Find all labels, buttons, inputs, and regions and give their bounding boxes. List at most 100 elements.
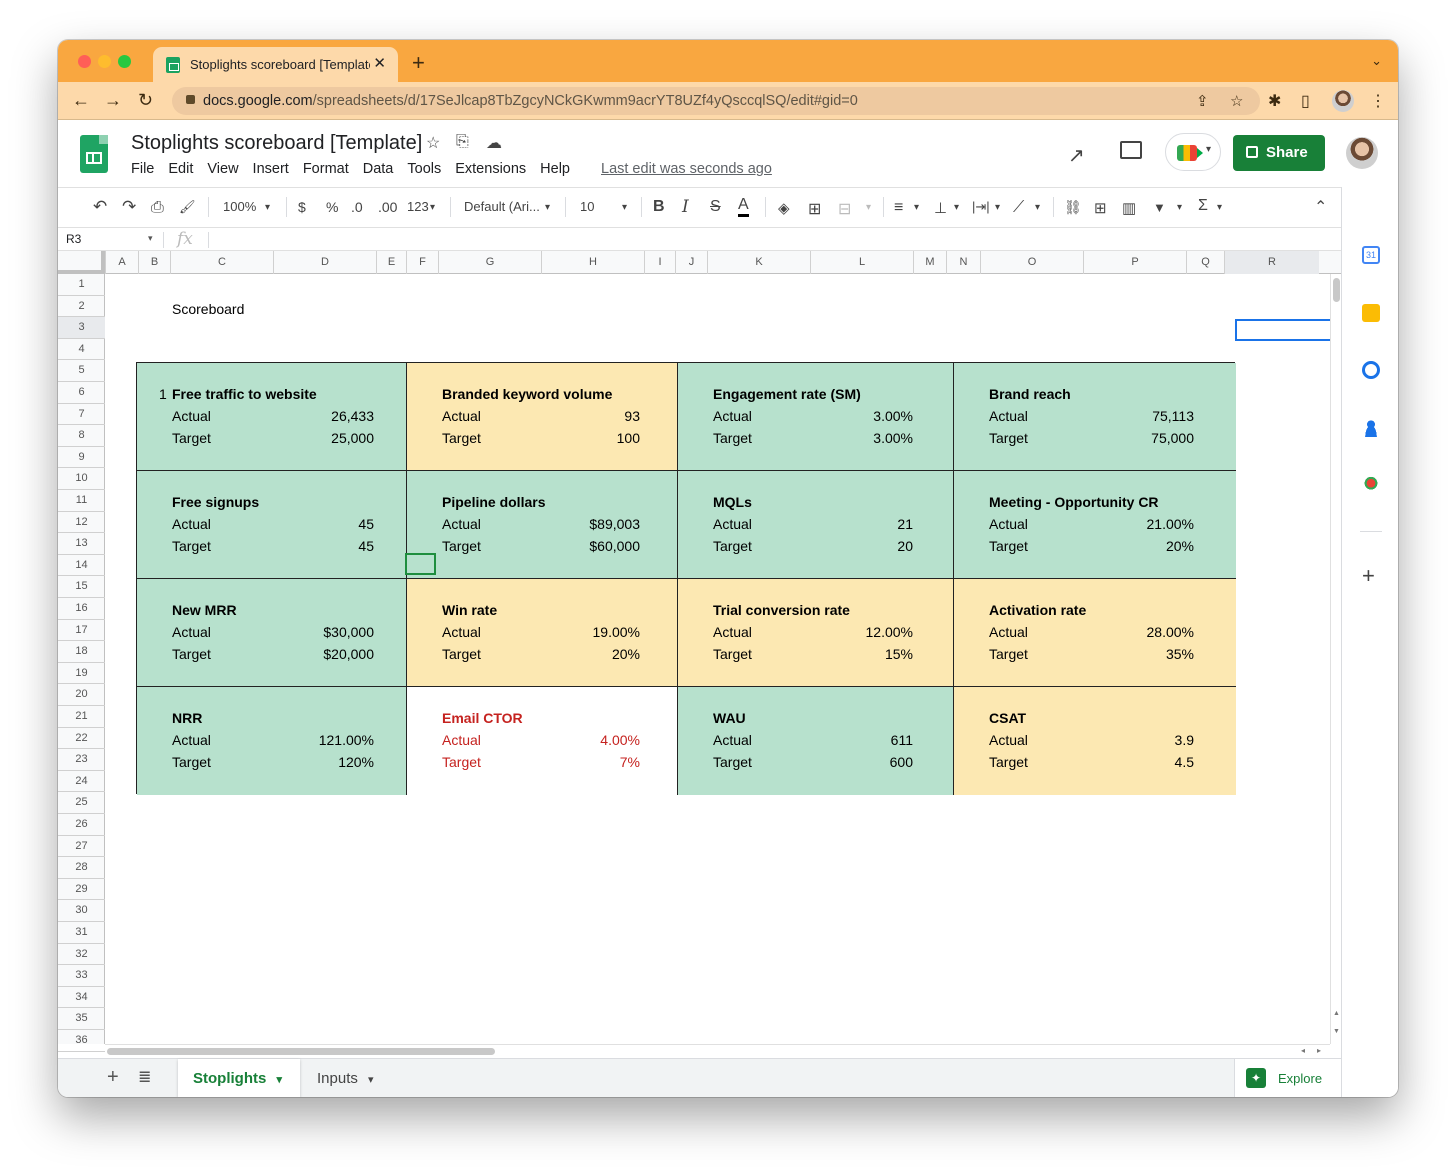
row-header[interactable]: 3	[58, 317, 105, 339]
row-header[interactable]: 36	[58, 1030, 105, 1052]
formula-input[interactable]	[210, 228, 1330, 250]
row-header[interactable]: 12	[58, 512, 105, 534]
column-header-p[interactable]: P	[1083, 251, 1186, 274]
text-rotation-icon[interactable]: ⟋	[1013, 199, 1024, 217]
contacts-icon[interactable]	[1362, 419, 1380, 437]
menu-file[interactable]: File	[131, 161, 154, 177]
metric-card[interactable]: Free traffic to website Actual 26,433 Targe…	[137, 363, 407, 471]
row-header[interactable]: 21	[58, 706, 105, 728]
metric-card[interactable]: WAU Actual 611 Target 600	[678, 687, 954, 795]
print-icon[interactable]: ⎙	[151, 199, 164, 217]
metric-card[interactable]: MQLs Actual 21 Target 20	[678, 471, 954, 579]
row-header[interactable]: 16	[58, 598, 105, 620]
cell-grid[interactable]: Scoreboard Free traffic to website Actual…	[105, 274, 1330, 1044]
activity-dashboard-icon[interactable]: ↗	[1068, 143, 1085, 168]
row-header[interactable]: 35	[58, 1008, 105, 1030]
name-box[interactable]: R3	[66, 232, 81, 246]
select-all-corner[interactable]	[58, 251, 105, 274]
chevron-down-icon[interactable]: ▾	[622, 202, 627, 213]
column-header-d[interactable]: D	[273, 251, 376, 274]
sheets-logo-icon[interactable]	[80, 135, 108, 173]
menu-view[interactable]: View	[207, 161, 238, 177]
row-header[interactable]: 30	[58, 900, 105, 922]
back-icon[interactable]: ←	[72, 90, 90, 111]
all-sheets-icon[interactable]: ≣	[138, 1067, 151, 1087]
row-header[interactable]: 18	[58, 641, 105, 663]
get-addons-icon[interactable]: +	[1362, 563, 1375, 589]
bold-button[interactable]: B	[653, 198, 665, 216]
more-formats-button[interactable]: 123	[407, 199, 429, 214]
font-family-select[interactable]: Default (Ari...	[464, 199, 540, 214]
chevron-down-icon[interactable]: ▾	[995, 202, 1000, 213]
row-header[interactable]: 6	[58, 382, 105, 404]
row-header[interactable]: 11	[58, 490, 105, 512]
row-header[interactable]: 8	[58, 425, 105, 447]
maps-icon[interactable]	[1362, 476, 1380, 494]
column-header-h[interactable]: H	[541, 251, 644, 274]
chevron-down-icon[interactable]: ▾	[545, 202, 550, 213]
insert-chart-icon[interactable]: ▥	[1122, 199, 1136, 217]
last-edit-link[interactable]: Last edit was seconds ago	[601, 161, 772, 177]
row-header[interactable]: 2	[58, 296, 105, 318]
text-color-button[interactable]: A	[738, 196, 749, 217]
metric-card[interactable]: Free signups Actual 45 Target 45	[137, 471, 407, 579]
column-header-n[interactable]: N	[946, 251, 980, 274]
column-header-e[interactable]: E	[376, 251, 406, 274]
minimize-window-button[interactable]	[98, 55, 111, 68]
metric-card[interactable]: CSAT Actual 3.9 Target 4.5	[954, 687, 1236, 795]
redo-icon[interactable]: ↷	[122, 197, 136, 217]
share-page-icon[interactable]: ⇪	[1196, 92, 1209, 110]
chevron-down-icon[interactable]: ▾	[265, 202, 270, 213]
keep-icon[interactable]	[1362, 304, 1380, 322]
chevron-down-icon[interactable]: ▾	[1035, 202, 1040, 213]
insert-comment-icon[interactable]: ⊞	[1094, 199, 1107, 217]
scrollbar-thumb[interactable]	[1333, 278, 1340, 302]
row-header[interactable]: 22	[58, 728, 105, 750]
share-button[interactable]: Share	[1233, 135, 1325, 171]
row-header[interactable]: 4	[58, 339, 105, 361]
metric-card[interactable]: Meeting - Opportunity CR Actual 21.00% Targ…	[954, 471, 1236, 579]
chevron-down-icon[interactable]: ▾	[954, 202, 959, 213]
scrollbar-thumb[interactable]	[107, 1048, 495, 1055]
column-header-b[interactable]: B	[138, 251, 170, 274]
collapse-menus-icon[interactable]: ⌃	[1314, 197, 1327, 217]
row-header[interactable]: 17	[58, 620, 105, 642]
metric-card[interactable]: Activation rate Actual 28.00% Target 35%	[954, 579, 1236, 687]
currency-format-button[interactable]: $	[298, 199, 306, 215]
row-header[interactable]: 9	[58, 447, 105, 469]
column-header-g[interactable]: G	[438, 251, 541, 274]
chevron-down-icon[interactable]: ▾	[148, 233, 153, 244]
tab-search-icon[interactable]: ⌄	[1371, 53, 1382, 69]
new-tab-icon[interactable]: +	[412, 50, 425, 76]
column-header-l[interactable]: L	[810, 251, 913, 274]
tasks-icon[interactable]	[1362, 361, 1380, 379]
row-header[interactable]: 23	[58, 749, 105, 771]
insert-link-icon[interactable]: ⛓	[1064, 199, 1082, 216]
forward-icon[interactable]: →	[104, 90, 122, 111]
metric-card[interactable]: Brand reach Actual 75,113 Target 75,000	[954, 363, 1236, 471]
row-header[interactable]: 20	[58, 684, 105, 706]
column-header-a[interactable]: A	[105, 251, 138, 274]
zoom-select[interactable]: 100%	[223, 199, 256, 214]
row-header[interactable]: 31	[58, 922, 105, 944]
row-header[interactable]: 1	[58, 274, 105, 296]
vertical-scrollbar[interactable]: ▲ ▼	[1330, 274, 1341, 1044]
row-header[interactable]: 26	[58, 814, 105, 836]
metric-card[interactable]: NRR Actual 121.00% Target 120%	[137, 687, 407, 795]
metric-card[interactable]: New MRR Actual $30,000 Target $20,000	[137, 579, 407, 687]
row-header[interactable]: 14	[58, 555, 105, 577]
horizontal-scrollbar[interactable]: ◂ ▸	[105, 1044, 1330, 1058]
scroll-down-icon[interactable]: ▼	[1333, 1028, 1340, 1035]
text-wrap-icon[interactable]: |⇥|	[972, 199, 990, 215]
row-header[interactable]: 25	[58, 792, 105, 814]
column-header-m[interactable]: M	[913, 251, 946, 274]
menu-extensions[interactable]: Extensions	[455, 161, 526, 177]
row-header[interactable]: 34	[58, 987, 105, 1009]
font-size-select[interactable]: 10	[580, 199, 594, 214]
menu-help[interactable]: Help	[540, 161, 570, 177]
metric-card[interactable]: Email CTOR Actual 4.00% Target 7%	[407, 687, 678, 795]
scroll-up-icon[interactable]: ▲	[1333, 1010, 1340, 1017]
row-header[interactable]: 32	[58, 944, 105, 966]
column-header-q[interactable]: Q	[1186, 251, 1224, 274]
row-header[interactable]: 10	[58, 468, 105, 490]
